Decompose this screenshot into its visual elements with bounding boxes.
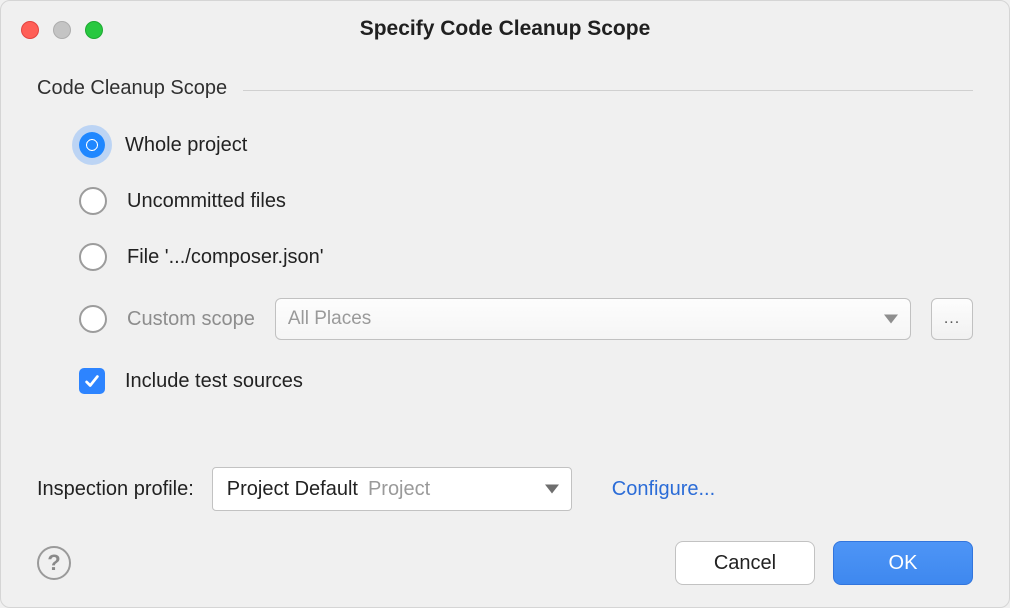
option-label: Whole project [125, 134, 247, 157]
dropdown-value: All Places [288, 308, 371, 330]
dialog-title: Specify Code Cleanup Scope [1, 17, 1009, 41]
option-label: File '.../composer.json' [127, 246, 324, 269]
ok-button[interactable]: OK [833, 541, 973, 585]
dialog-footer: ? Cancel OK [37, 541, 973, 585]
cancel-button[interactable]: Cancel [675, 541, 815, 585]
dialog-window: Specify Code Cleanup Scope Code Cleanup … [0, 0, 1010, 608]
inspection-profile-dropdown[interactable]: Project Default Project [212, 467, 572, 511]
option-label: Uncommitted files [127, 190, 286, 213]
option-file[interactable]: File '.../composer.json' [79, 242, 973, 272]
option-label: Custom scope [127, 308, 255, 331]
radio-file[interactable] [79, 243, 107, 271]
configure-link[interactable]: Configure... [612, 478, 715, 501]
section-title: Code Cleanup Scope [37, 77, 227, 100]
profile-name: Project Default [227, 478, 358, 501]
profile-scope: Project [368, 478, 430, 501]
ellipsis-icon: ... [944, 310, 960, 328]
radio-whole-project[interactable] [79, 132, 105, 158]
chevron-down-icon [545, 485, 559, 494]
custom-scope-dropdown[interactable]: All Places [275, 298, 911, 340]
option-include-tests[interactable]: Include test sources [79, 366, 973, 396]
dialog-content: Code Cleanup Scope Whole project Uncommi… [37, 77, 973, 585]
radio-uncommitted-files[interactable] [79, 187, 107, 215]
section-rule [243, 90, 973, 91]
help-button[interactable]: ? [37, 546, 71, 580]
inspection-profile-row: Inspection profile: Project Default Proj… [37, 467, 973, 511]
help-icon: ? [47, 550, 60, 576]
option-whole-project[interactable]: Whole project [79, 130, 973, 160]
radio-custom-scope[interactable] [79, 305, 107, 333]
check-icon [83, 372, 101, 390]
inspection-profile-label: Inspection profile: [37, 478, 194, 501]
option-custom-scope[interactable]: Custom scope All Places ... [79, 298, 973, 340]
custom-scope-browse-button[interactable]: ... [931, 298, 973, 340]
chevron-down-icon [884, 315, 898, 324]
option-label: Include test sources [125, 370, 303, 393]
option-uncommitted-files[interactable]: Uncommitted files [79, 186, 973, 216]
section-header: Code Cleanup Scope [37, 77, 973, 100]
checkbox-include-tests[interactable] [79, 368, 105, 394]
